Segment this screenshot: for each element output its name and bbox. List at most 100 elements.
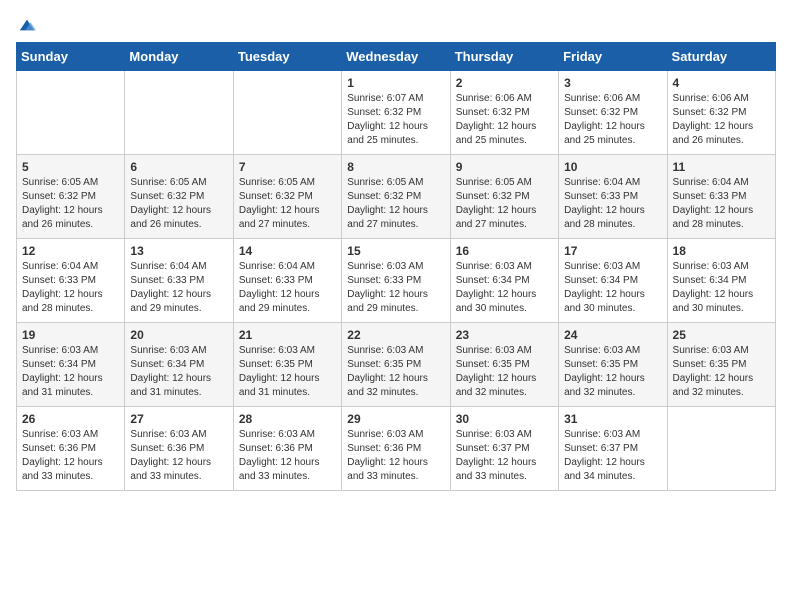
day-number: 11	[673, 160, 770, 174]
calendar-cell	[667, 407, 775, 491]
day-number: 27	[130, 412, 227, 426]
calendar-cell: 21 Sunrise: 6:03 AM Sunset: 6:35 PM Dayli…	[233, 323, 341, 407]
day-number: 19	[22, 328, 119, 342]
day-number: 8	[347, 160, 444, 174]
day-info: Sunrise: 6:03 AM Sunset: 6:34 PM Dayligh…	[456, 260, 553, 316]
header-sunday: Sunday	[17, 43, 125, 71]
calendar-cell: 25Sunrise: 6:03 AM Sunset: 6:35 PM Dayli…	[667, 323, 775, 407]
calendar-cell	[125, 71, 233, 155]
calendar-cell: 20 Sunrise: 6:03 AM Sunset: 6:34 PM Dayli…	[125, 323, 233, 407]
calendar-cell: 5Sunrise: 6:05 AM Sunset: 6:32 PM Daylig…	[17, 155, 125, 239]
calendar-cell: 12 Sunrise: 6:04 AM Sunset: 6:33 PM Dayli…	[17, 239, 125, 323]
calendar-cell: 30 Sunrise: 6:03 AM Sunset: 6:37 PM Dayli…	[450, 407, 558, 491]
header-thursday: Thursday	[450, 43, 558, 71]
day-number: 16	[456, 244, 553, 258]
day-number: 21	[239, 328, 336, 342]
calendar-cell: 24 Sunrise: 6:03 AM Sunset: 6:35 PM Dayli…	[559, 323, 667, 407]
calendar-cell	[17, 71, 125, 155]
calendar-week-row: 26Sunrise: 6:03 AM Sunset: 6:36 PM Dayli…	[17, 407, 776, 491]
calendar-cell: 7 Sunrise: 6:05 AM Sunset: 6:32 PM Daylig…	[233, 155, 341, 239]
day-number: 2	[456, 76, 553, 90]
day-number: 7	[239, 160, 336, 174]
header-saturday: Saturday	[667, 43, 775, 71]
day-number: 23	[456, 328, 553, 342]
day-info: Sunrise: 6:03 AM Sunset: 6:36 PM Dayligh…	[130, 428, 227, 484]
day-number: 6	[130, 160, 227, 174]
calendar-cell: 15 Sunrise: 6:03 AM Sunset: 6:33 PM Dayli…	[342, 239, 450, 323]
day-info: Sunrise: 6:04 AM Sunset: 6:33 PM Dayligh…	[22, 260, 119, 316]
day-number: 3	[564, 76, 661, 90]
calendar-cell: 6 Sunrise: 6:05 AM Sunset: 6:32 PM Daylig…	[125, 155, 233, 239]
day-info: Sunrise: 6:03 AM Sunset: 6:35 PM Dayligh…	[239, 344, 336, 400]
day-info: Sunrise: 6:03 AM Sunset: 6:36 PM Dayligh…	[239, 428, 336, 484]
day-info: Sunrise: 6:05 AM Sunset: 6:32 PM Dayligh…	[456, 176, 553, 232]
day-info: Sunrise: 6:05 AM Sunset: 6:32 PM Dayligh…	[130, 176, 227, 232]
calendar-cell: 23 Sunrise: 6:03 AM Sunset: 6:35 PM Dayli…	[450, 323, 558, 407]
day-number: 22	[347, 328, 444, 342]
day-number: 28	[239, 412, 336, 426]
day-info: Sunrise: 6:03 AM Sunset: 6:36 PM Dayligh…	[22, 428, 119, 484]
calendar-cell	[233, 71, 341, 155]
calendar-cell: 19 Sunrise: 6:03 AM Sunset: 6:34 PM Dayli…	[17, 323, 125, 407]
day-number: 13	[130, 244, 227, 258]
day-info: Sunrise: 6:05 AM Sunset: 6:32 PM Dayligh…	[239, 176, 336, 232]
day-info: Sunrise: 6:03 AM Sunset: 6:37 PM Dayligh…	[564, 428, 661, 484]
calendar-cell: 2 Sunrise: 6:06 AM Sunset: 6:32 PM Daylig…	[450, 71, 558, 155]
header-wednesday: Wednesday	[342, 43, 450, 71]
day-number: 9	[456, 160, 553, 174]
calendar-cell: 13 Sunrise: 6:04 AM Sunset: 6:33 PM Dayli…	[125, 239, 233, 323]
day-info: Sunrise: 6:07 AM Sunset: 6:32 PM Dayligh…	[347, 92, 444, 148]
day-info: Sunrise: 6:05 AM Sunset: 6:32 PM Dayligh…	[347, 176, 444, 232]
day-number: 30	[456, 412, 553, 426]
calendar-cell: 28 Sunrise: 6:03 AM Sunset: 6:36 PM Dayli…	[233, 407, 341, 491]
calendar-cell: 17 Sunrise: 6:03 AM Sunset: 6:34 PM Dayli…	[559, 239, 667, 323]
day-number: 29	[347, 412, 444, 426]
day-number: 15	[347, 244, 444, 258]
calendar-week-row: 1 Sunrise: 6:07 AM Sunset: 6:32 PM Daylig…	[17, 71, 776, 155]
calendar-cell: 1 Sunrise: 6:07 AM Sunset: 6:32 PM Daylig…	[342, 71, 450, 155]
header-monday: Monday	[125, 43, 233, 71]
day-number: 10	[564, 160, 661, 174]
day-info: Sunrise: 6:03 AM Sunset: 6:33 PM Dayligh…	[347, 260, 444, 316]
day-info: Sunrise: 6:03 AM Sunset: 6:34 PM Dayligh…	[673, 260, 770, 316]
day-info: Sunrise: 6:03 AM Sunset: 6:35 PM Dayligh…	[347, 344, 444, 400]
calendar-cell: 18 Sunrise: 6:03 AM Sunset: 6:34 PM Dayli…	[667, 239, 775, 323]
calendar-cell: 14 Sunrise: 6:04 AM Sunset: 6:33 PM Dayli…	[233, 239, 341, 323]
day-info: Sunrise: 6:04 AM Sunset: 6:33 PM Dayligh…	[564, 176, 661, 232]
day-info: Sunrise: 6:03 AM Sunset: 6:34 PM Dayligh…	[564, 260, 661, 316]
header-friday: Friday	[559, 43, 667, 71]
day-info: Sunrise: 6:05 AM Sunset: 6:32 PM Dayligh…	[22, 176, 119, 232]
calendar-cell: 9 Sunrise: 6:05 AM Sunset: 6:32 PM Daylig…	[450, 155, 558, 239]
day-info: Sunrise: 6:06 AM Sunset: 6:32 PM Dayligh…	[564, 92, 661, 148]
day-info: Sunrise: 6:03 AM Sunset: 6:35 PM Dayligh…	[564, 344, 661, 400]
day-number: 18	[673, 244, 770, 258]
calendar-cell: 26Sunrise: 6:03 AM Sunset: 6:36 PM Dayli…	[17, 407, 125, 491]
day-info: Sunrise: 6:03 AM Sunset: 6:36 PM Dayligh…	[347, 428, 444, 484]
page-header	[16, 16, 776, 30]
calendar-cell: 16 Sunrise: 6:03 AM Sunset: 6:34 PM Dayli…	[450, 239, 558, 323]
calendar-cell: 3 Sunrise: 6:06 AM Sunset: 6:32 PM Daylig…	[559, 71, 667, 155]
day-number: 14	[239, 244, 336, 258]
day-info: Sunrise: 6:06 AM Sunset: 6:32 PM Dayligh…	[456, 92, 553, 148]
day-info: Sunrise: 6:03 AM Sunset: 6:35 PM Dayligh…	[456, 344, 553, 400]
header-tuesday: Tuesday	[233, 43, 341, 71]
day-number: 1	[347, 76, 444, 90]
day-number: 17	[564, 244, 661, 258]
day-info: Sunrise: 6:03 AM Sunset: 6:37 PM Dayligh…	[456, 428, 553, 484]
day-info: Sunrise: 6:03 AM Sunset: 6:34 PM Dayligh…	[22, 344, 119, 400]
calendar-cell: 8 Sunrise: 6:05 AM Sunset: 6:32 PM Daylig…	[342, 155, 450, 239]
day-number: 12	[22, 244, 119, 258]
day-info: Sunrise: 6:03 AM Sunset: 6:34 PM Dayligh…	[130, 344, 227, 400]
day-info: Sunrise: 6:04 AM Sunset: 6:33 PM Dayligh…	[239, 260, 336, 316]
day-number: 24	[564, 328, 661, 342]
day-info: Sunrise: 6:04 AM Sunset: 6:33 PM Dayligh…	[130, 260, 227, 316]
calendar-cell: 4 Sunrise: 6:06 AM Sunset: 6:32 PM Daylig…	[667, 71, 775, 155]
day-number: 25	[673, 328, 770, 342]
day-number: 4	[673, 76, 770, 90]
calendar-week-row: 12 Sunrise: 6:04 AM Sunset: 6:33 PM Dayli…	[17, 239, 776, 323]
calendar-cell: 29 Sunrise: 6:03 AM Sunset: 6:36 PM Dayli…	[342, 407, 450, 491]
day-number: 20	[130, 328, 227, 342]
calendar-cell: 22 Sunrise: 6:03 AM Sunset: 6:35 PM Dayli…	[342, 323, 450, 407]
day-info: Sunrise: 6:06 AM Sunset: 6:32 PM Dayligh…	[673, 92, 770, 148]
calendar-week-row: 19 Sunrise: 6:03 AM Sunset: 6:34 PM Dayli…	[17, 323, 776, 407]
